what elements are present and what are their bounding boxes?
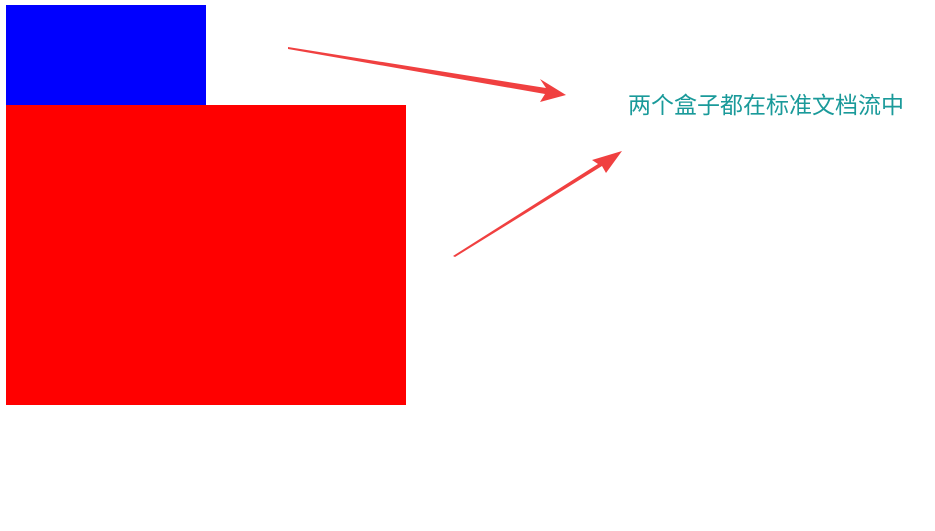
blue-box: [6, 5, 206, 105]
annotation-text: 两个盒子都在标准文档流中: [628, 93, 904, 119]
arrow-upper: [288, 47, 566, 102]
red-box: [6, 105, 406, 405]
diagram-canvas: 两个盒子都在标准文档流中: [0, 0, 935, 531]
arrow-lower: [453, 151, 622, 257]
